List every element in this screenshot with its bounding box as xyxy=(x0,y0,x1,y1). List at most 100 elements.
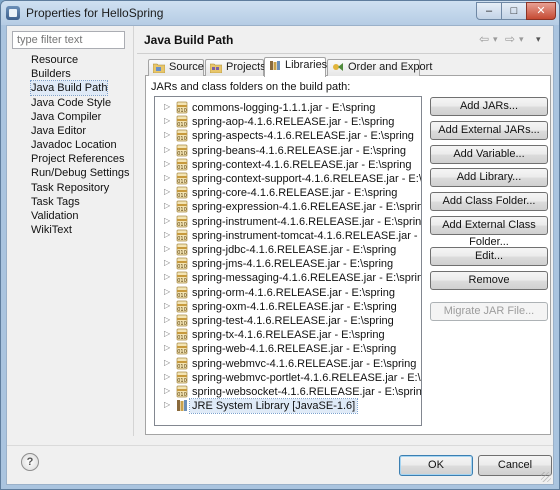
library-entry-label: spring-context-4.1.6.RELEASE.jar - E:\sp… xyxy=(192,158,412,171)
jar-file-icon: 010 xyxy=(176,200,188,213)
nav-item-javadoc-location[interactable]: Javadoc Location xyxy=(31,138,117,152)
minimize-button[interactable]: – xyxy=(476,2,502,20)
library-entry[interactable]: ▷ 010 spring-test-4.1.6.RELEASE.jar - E:\s… xyxy=(155,314,421,328)
library-entry[interactable]: ▷ 010 spring-core-4.1.6.RELEASE.jar - E:\s… xyxy=(155,186,421,200)
expand-arrow-icon[interactable]: ▷ xyxy=(164,358,170,367)
expand-arrow-icon[interactable]: ▷ xyxy=(164,145,170,154)
library-entry[interactable]: ▷ 010 spring-jms-4.1.6.RELEASE.jar - E:\sp… xyxy=(155,257,421,271)
tab-projects[interactable]: Projects xyxy=(205,59,266,76)
nav-item-builders[interactable]: Builders xyxy=(31,67,71,81)
jar-file-icon: 010 xyxy=(176,115,188,128)
library-entry[interactable]: ▷ 010 commons-logging-1.1.1.jar - E:\sprin… xyxy=(155,101,421,115)
library-entry[interactable]: ▷ 010 spring-web-4.1.6.RELEASE.jar - E:\sp… xyxy=(155,342,421,356)
resize-grip-icon[interactable] xyxy=(541,472,551,482)
nav-item-project-references[interactable]: Project References xyxy=(31,152,125,166)
library-entry[interactable]: ▷ 010 spring-aspects-4.1.6.RELEASE.jar - E… xyxy=(155,129,421,143)
library-entry[interactable]: ▷ 010 spring-aop-4.1.6.RELEASE.jar - E:\sp… xyxy=(155,115,421,129)
svg-text:010: 010 xyxy=(177,293,187,299)
nav-item-resource[interactable]: Resource xyxy=(31,53,78,67)
expand-arrow-icon[interactable]: ▷ xyxy=(164,130,170,139)
expand-arrow-icon[interactable]: ▷ xyxy=(164,400,170,409)
svg-text:010: 010 xyxy=(177,207,187,213)
remove-button[interactable]: Remove xyxy=(430,271,548,290)
help-icon[interactable]: ? xyxy=(21,453,39,471)
expand-arrow-icon[interactable]: ▷ xyxy=(164,372,170,381)
add-library-button[interactable]: Add Library... xyxy=(430,168,548,187)
expand-arrow-icon[interactable]: ▷ xyxy=(164,216,170,225)
library-entry[interactable]: ▷ 010 spring-webmvc-portlet-4.1.6.RELEASE.… xyxy=(155,371,421,385)
svg-text:010: 010 xyxy=(177,378,187,384)
jar-file-icon: 010 xyxy=(176,129,188,142)
close-button[interactable]: ✕ xyxy=(526,2,556,20)
nav-item-java-code-style[interactable]: Java Code Style xyxy=(31,96,111,110)
expand-arrow-icon[interactable]: ▷ xyxy=(164,201,170,210)
svg-text:010: 010 xyxy=(177,307,187,313)
edit-button[interactable]: Edit... xyxy=(430,247,548,266)
expand-arrow-icon[interactable]: ▷ xyxy=(164,258,170,267)
nav-item-java-compiler[interactable]: Java Compiler xyxy=(31,110,101,124)
jar-file-icon: 010 xyxy=(176,186,188,199)
library-entry[interactable]: ▷ 010 spring-context-4.1.6.RELEASE.jar - E… xyxy=(155,158,421,172)
library-entry[interactable]: ▷ 010 spring-orm-4.1.6.RELEASE.jar - E:\sp… xyxy=(155,286,421,300)
back-dropdown-icon[interactable]: ▾ xyxy=(493,34,498,45)
expand-arrow-icon[interactable]: ▷ xyxy=(164,272,170,281)
expand-arrow-icon[interactable]: ▷ xyxy=(164,230,170,239)
expand-arrow-icon[interactable]: ▷ xyxy=(164,116,170,125)
forward-arrow-icon[interactable]: ⇨ xyxy=(505,32,515,46)
add-variable-button[interactable]: Add Variable... xyxy=(430,145,548,164)
library-entry[interactable]: ▷ 010 spring-expression-4.1.6.RELEASE.jar … xyxy=(155,200,421,214)
add-external-jars-button[interactable]: Add External JARs... xyxy=(430,121,548,140)
expand-arrow-icon[interactable]: ▷ xyxy=(164,159,170,168)
nav-item-task-repository[interactable]: Task Repository xyxy=(31,181,109,195)
nav-item-validation[interactable]: Validation xyxy=(31,209,79,223)
jar-file-icon: 010 xyxy=(176,300,188,313)
library-entry[interactable]: ▷ 010 spring-webmvc-4.1.6.RELEASE.jar - E:… xyxy=(155,357,421,371)
expand-arrow-icon[interactable]: ▷ xyxy=(164,343,170,352)
jre-library-entry[interactable]: ▷ JRE System Library [JavaSE-1.6] xyxy=(155,398,421,415)
expand-arrow-icon[interactable]: ▷ xyxy=(164,173,170,182)
jar-file-icon: 010 xyxy=(176,314,188,327)
library-entry[interactable]: ▷ 010 spring-messaging-4.1.6.RELEASE.jar -… xyxy=(155,271,421,285)
expand-arrow-icon[interactable]: ▷ xyxy=(164,187,170,196)
tab-libraries[interactable]: Libraries xyxy=(264,57,327,77)
maximize-button[interactable]: □ xyxy=(501,2,527,20)
expand-arrow-icon[interactable]: ▷ xyxy=(164,386,170,395)
expand-arrow-icon[interactable]: ▷ xyxy=(164,301,170,310)
add-class-folder-button[interactable]: Add Class Folder... xyxy=(430,192,548,211)
view-menu-icon[interactable]: ▾ xyxy=(536,34,541,45)
expand-arrow-icon[interactable]: ▷ xyxy=(164,244,170,253)
libraries-tree[interactable]: ▷ 010 commons-logging-1.1.1.jar - E:\sprin… xyxy=(154,96,422,426)
back-arrow-icon[interactable]: ⇦ xyxy=(479,32,489,46)
svg-text:010: 010 xyxy=(177,122,187,128)
library-entry[interactable]: ▷ 010 spring-context-support-4.1.6.RELEASE… xyxy=(155,172,421,186)
library-entry[interactable]: ▷ 010 spring-beans-4.1.6.RELEASE.jar - E:\… xyxy=(155,144,421,158)
tab-source[interactable]: Source xyxy=(148,59,204,76)
library-entry[interactable]: ▷ 010 spring-oxm-4.1.6.RELEASE.jar - E:\sp… xyxy=(155,300,421,314)
library-entry[interactable]: ▷ 010 spring-instrument-4.1.6.RELEASE.jar … xyxy=(155,215,421,229)
library-entry[interactable]: ▷ 010 spring-websocket-4.1.6.RELEASE.jar -… xyxy=(155,385,421,399)
library-entry[interactable]: ▷ 010 spring-jdbc-4.1.6.RELEASE.jar - E:\s… xyxy=(155,243,421,257)
migrate-jar-button[interactable]: Migrate JAR File... xyxy=(430,302,548,321)
library-entry[interactable]: ▷ 010 spring-tx-4.1.6.RELEASE.jar - E:\spr… xyxy=(155,328,421,342)
add-external-class-folder-button[interactable]: Add External Class Folder... xyxy=(430,216,548,248)
library-entry[interactable]: ▷ 010 spring-instrument-tomcat-4.1.6.RELEA… xyxy=(155,229,421,243)
add-jars-button[interactable]: Add JARs... xyxy=(430,97,548,116)
forward-dropdown-icon[interactable]: ▾ xyxy=(519,34,524,45)
expand-arrow-icon[interactable]: ▷ xyxy=(164,287,170,296)
jar-file-icon: 010 xyxy=(176,215,188,228)
svg-text:010: 010 xyxy=(177,136,187,142)
nav-item-wikitext[interactable]: WikiText xyxy=(31,223,72,237)
dialog-client-area: Resource Builders Java Build Path Java C… xyxy=(6,25,554,485)
tab-order-and-export[interactable]: Order and Export xyxy=(327,59,432,76)
expand-arrow-icon[interactable]: ▷ xyxy=(164,329,170,338)
nav-item-task-tags[interactable]: Task Tags xyxy=(31,195,80,209)
nav-item-run-debug-settings[interactable]: Run/Debug Settings xyxy=(31,166,129,180)
pane-splitter[interactable] xyxy=(133,26,134,436)
expand-arrow-icon[interactable]: ▷ xyxy=(164,102,170,111)
title-bar[interactable]: Properties for HelloSpring – □ ✕ xyxy=(1,1,559,25)
nav-item-java-editor[interactable]: Java Editor xyxy=(31,124,86,138)
filter-input[interactable] xyxy=(12,31,125,49)
nav-item-java-build-path[interactable]: Java Build Path xyxy=(29,80,109,96)
expand-arrow-icon[interactable]: ▷ xyxy=(164,315,170,324)
ok-button[interactable]: OK xyxy=(399,455,473,476)
